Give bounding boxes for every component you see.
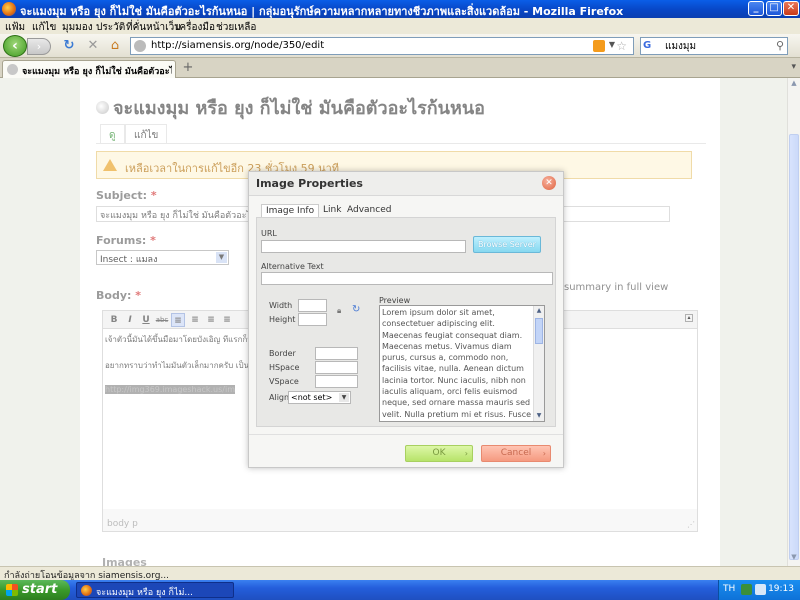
- tab-image-info[interactable]: Image Info: [261, 204, 320, 217]
- reload-icon[interactable]: ↻: [62, 39, 76, 53]
- preview-text: Lorem ipsum dolor sit amet, consectetuer…: [382, 308, 532, 421]
- dialog-title-bar: Image Properties ✕: [249, 172, 563, 196]
- menu-file[interactable]: แฟ้ม: [5, 20, 25, 35]
- windows-logo-icon: [6, 584, 18, 596]
- tab-title: จะแมงมุม หรือ ยุง ก็ไม่ใช่ มันคือตัวอะไร…: [22, 67, 172, 77]
- tab-favicon-icon: [7, 64, 18, 75]
- preview-label: Preview: [379, 296, 411, 305]
- arrow-right-icon: ›: [36, 40, 42, 53]
- close-window-button[interactable]: ✕: [783, 1, 799, 16]
- tab-list-icon[interactable]: ▾: [791, 62, 796, 72]
- scroll-down-icon[interactable]: ▼: [534, 411, 544, 421]
- width-input[interactable]: [298, 299, 327, 312]
- url-bar[interactable]: http://siamensis.org/node/350/edit ▼ ☆: [130, 37, 634, 55]
- menu-help[interactable]: ช่วยเหลือ: [216, 20, 256, 35]
- task-title: จะแมงมุม หรือ ยุง ก็ไม่...: [96, 588, 194, 598]
- url-dropdown-icon[interactable]: ▼: [609, 40, 615, 49]
- preview-scrollbar[interactable]: ▲ ▼: [533, 306, 544, 421]
- firefox-logo-icon: [2, 2, 16, 16]
- search-bar[interactable]: G ⚲: [640, 37, 788, 55]
- language-indicator[interactable]: TH: [723, 584, 735, 594]
- volume-icon[interactable]: [755, 584, 766, 595]
- height-input[interactable]: [298, 313, 327, 326]
- maximize-button[interactable]: □: [766, 1, 782, 16]
- alt-text-label: Alternative Text: [261, 262, 324, 271]
- start-button[interactable]: start: [0, 580, 70, 600]
- rss-feed-icon[interactable]: [593, 40, 605, 52]
- lock-ratio-icon[interactable]: 🔒︎: [337, 306, 341, 316]
- ok-button[interactable]: OK ›: [405, 445, 473, 462]
- window-title-bar: จะแมงมุม หรือ ยุง ก็ไม่ใช่ มันคือตัวอะไร…: [0, 0, 800, 18]
- dialog-footer: OK › Cancel ›: [249, 434, 563, 467]
- arrow-right-icon: ›: [464, 449, 468, 458]
- image-properties-dialog: Image Properties ✕ Image Info Link Advan…: [248, 171, 564, 468]
- hspace-input[interactable]: [315, 361, 358, 374]
- menu-history[interactable]: ประวัติ: [96, 20, 125, 35]
- tab-link[interactable]: Link: [319, 204, 345, 216]
- browser-tab-active[interactable]: จะแมงมุม หรือ ยุง ก็ไม่ใช่ มันคือตัวอะไร…: [2, 60, 176, 78]
- preview-box[interactable]: Lorem ipsum dolor sit amet, consectetuer…: [379, 305, 545, 422]
- new-tab-button[interactable]: +: [180, 61, 196, 76]
- border-input[interactable]: [315, 347, 358, 360]
- search-engine-icon[interactable]: G: [643, 40, 657, 53]
- image-info-panel: URL Browse Server Alternative Text Width…: [256, 217, 556, 427]
- tab-advanced[interactable]: Advanced: [343, 204, 395, 216]
- system-tray: TH 19:13: [718, 580, 800, 600]
- taskbar-firefox-task[interactable]: จะแมงมุม หรือ ยุง ก็ไม่...: [76, 582, 234, 598]
- menu-edit[interactable]: แก้ไข: [32, 20, 56, 35]
- alt-text-input[interactable]: [261, 272, 553, 285]
- url-input[interactable]: [261, 240, 466, 253]
- stop-icon[interactable]: ✕: [86, 39, 100, 53]
- bookmark-star-icon[interactable]: ☆: [616, 39, 627, 53]
- back-button[interactable]: ‹: [3, 35, 27, 57]
- ok-label: OK: [432, 448, 446, 458]
- menu-bookmarks[interactable]: ที่คั่นหน้าเว็บ: [126, 20, 181, 35]
- reset-size-icon[interactable]: ↻: [352, 304, 360, 315]
- minimize-button[interactable]: _: [748, 1, 764, 16]
- url-text[interactable]: http://siamensis.org/node/350/edit: [151, 40, 324, 51]
- navigation-toolbar: ‹ › ↻ ✕ ⌂ http://siamensis.org/node/350/…: [0, 34, 800, 58]
- menu-bar: แฟ้ม แก้ไข มุมมอง ประวัติ ที่คั่นหน้าเว็…: [0, 18, 800, 34]
- browse-server-button[interactable]: Browse Server: [473, 236, 541, 253]
- vspace-label: VSpace: [269, 377, 299, 386]
- home-icon[interactable]: ⌂: [108, 39, 122, 53]
- arrow-right-icon: ›: [542, 449, 546, 458]
- url-label: URL: [261, 229, 277, 238]
- cancel-label: Cancel: [500, 448, 532, 458]
- dialog-close-icon[interactable]: ✕: [542, 176, 556, 190]
- browser-status-bar: กำลังถ่ายโอนข้อมูลจาก siamensis.org...: [0, 566, 800, 581]
- start-label: start: [22, 582, 58, 597]
- chevron-down-icon[interactable]: ▼: [339, 393, 349, 402]
- tab-bar: จะแมงมุม หรือ ยุง ก็ไม่ใช่ มันคือตัวอะไร…: [0, 58, 800, 78]
- align-label: Align: [269, 393, 290, 402]
- width-label: Width: [269, 301, 293, 310]
- forward-button[interactable]: ›: [27, 38, 51, 55]
- windows-taskbar: start จะแมงมุม หรือ ยุง ก็ไม่... TH 19:1…: [0, 580, 800, 600]
- vspace-input[interactable]: [315, 375, 358, 388]
- site-identity-icon[interactable]: [134, 40, 146, 52]
- menu-view[interactable]: มุมมอง: [62, 20, 93, 35]
- search-input[interactable]: [665, 39, 765, 53]
- firefox-logo-icon: [81, 585, 92, 596]
- clock: 19:13: [768, 584, 794, 594]
- dialog-title: Image Properties: [256, 177, 363, 190]
- network-icon[interactable]: [741, 584, 752, 595]
- border-label: Border: [269, 349, 296, 358]
- cancel-button[interactable]: Cancel ›: [481, 445, 551, 462]
- hspace-label: HSpace: [269, 363, 300, 372]
- align-select[interactable]: <not set> ▼: [288, 391, 351, 404]
- preview-scrollbar-thumb[interactable]: [535, 318, 543, 344]
- align-selected-value: <not set>: [291, 393, 333, 402]
- arrow-left-icon: ‹: [12, 38, 18, 54]
- scroll-up-icon[interactable]: ▲: [534, 306, 544, 316]
- menu-tools[interactable]: เครื่องมือ: [176, 20, 215, 35]
- height-label: Height: [269, 315, 296, 324]
- search-icon[interactable]: ⚲: [776, 39, 784, 52]
